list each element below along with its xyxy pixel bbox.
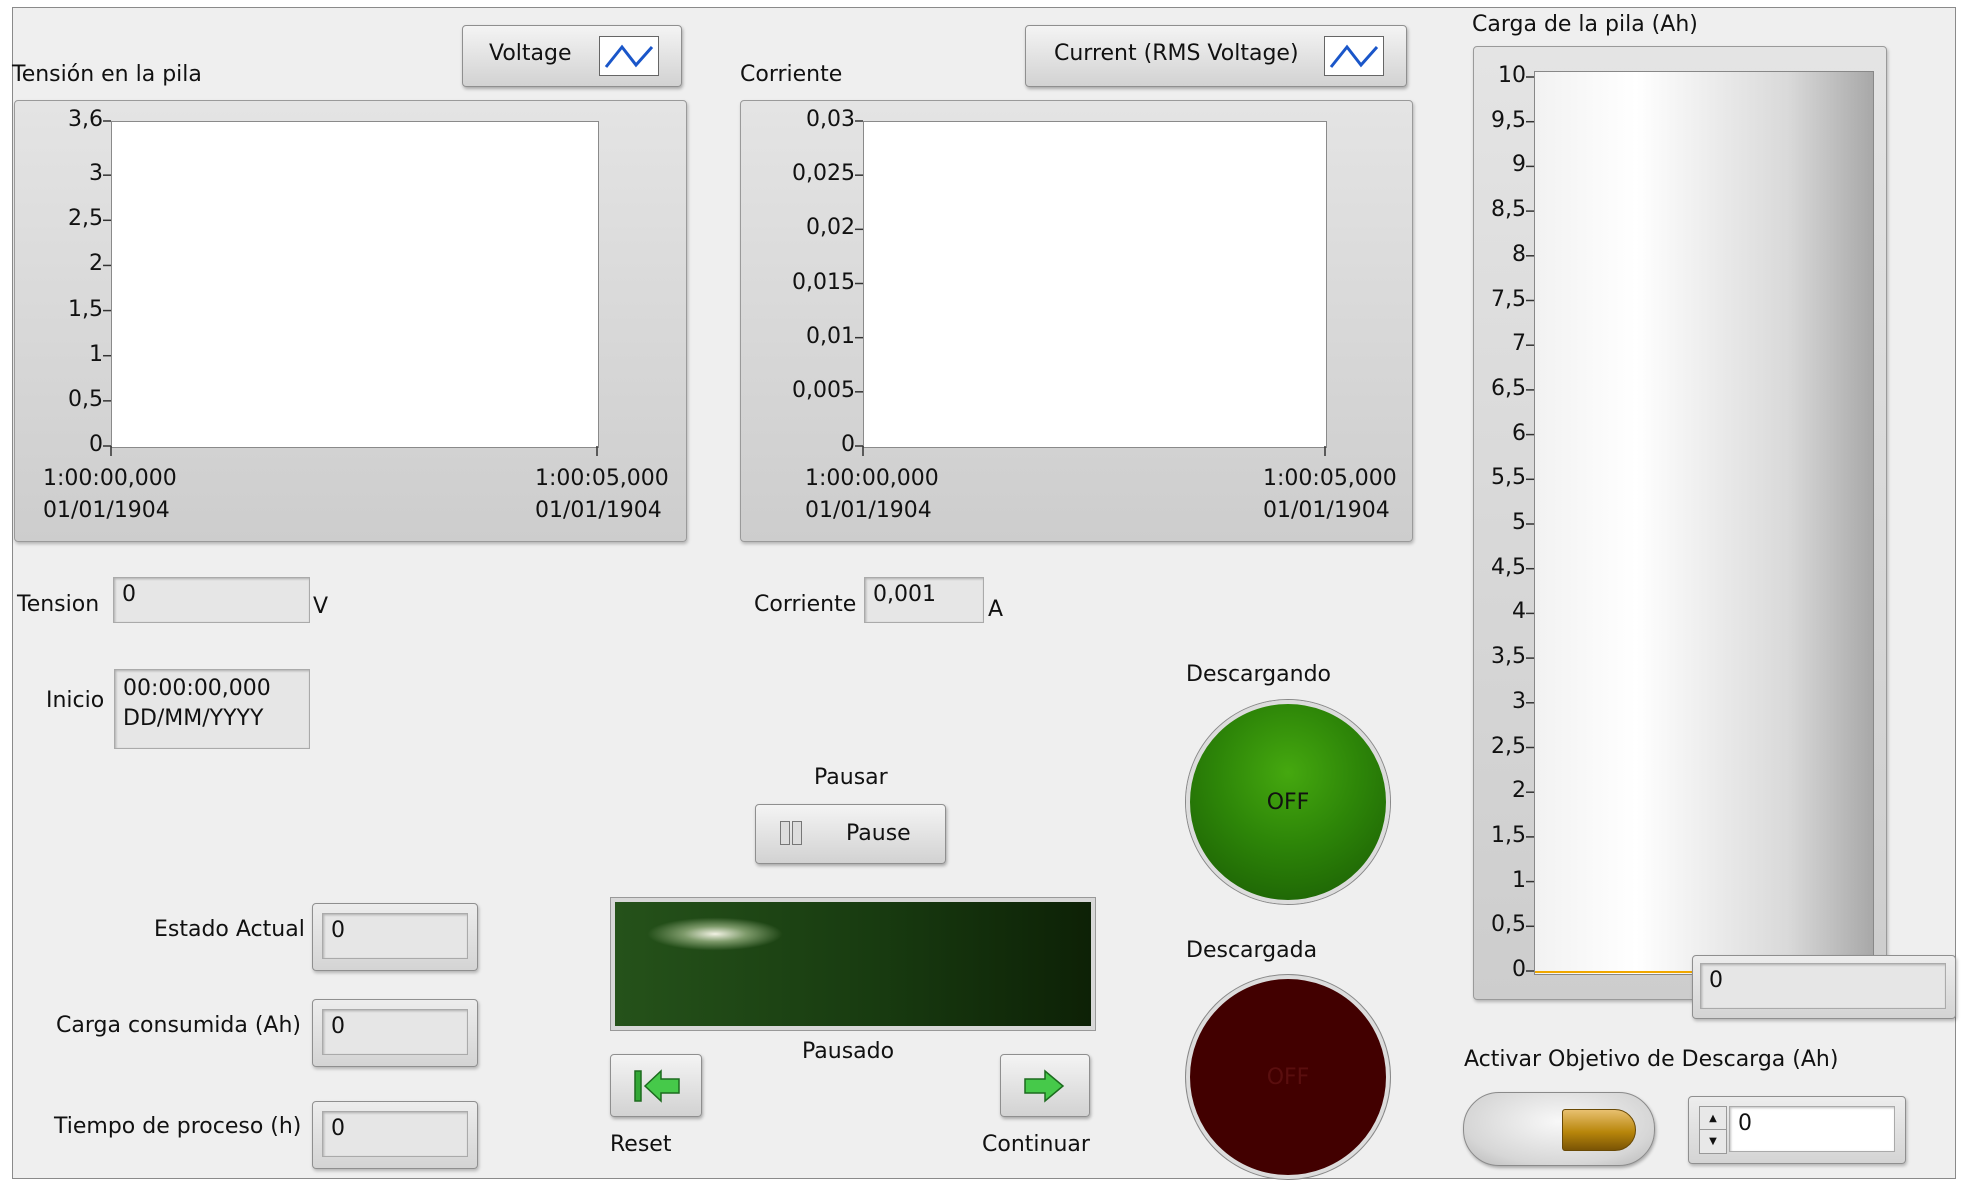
corriente-unit: A [988,597,1004,622]
corriente-label: Corriente [754,592,857,617]
pause-button[interactable]: Pause [755,804,946,864]
voltage-graph-frame: 3,6 3 2,5 2 1,5 1 0,5 0 1:00:00,000 01/01/1904 … [14,100,687,542]
pause-icon [780,821,790,845]
descargando-label: Descargando [1186,662,1331,687]
reset-label: Reset [610,1132,672,1157]
descargada-label: Descargada [1186,938,1318,963]
status-display-frame [610,897,1096,1031]
status-display [615,902,1091,1026]
voltage-plot-legend[interactable]: Voltage [462,25,682,87]
chevron-down-icon[interactable]: ▼ [1700,1130,1726,1152]
carga-consumida-frame: 0 [312,999,478,1067]
charge-bar-title: Carga de la pila (Ah) [1472,12,1698,37]
pausar-label: Pausar [814,765,888,790]
voltage-x-end: 1:00:05,000 01/01/1904 [535,466,669,523]
objetivo-input[interactable]: 0 [1729,1106,1895,1152]
current-x-start: 1:00:00,000 01/01/1904 [805,466,939,523]
estado-actual-label: Estado Actual [154,917,305,942]
objetivo-control-frame: ▲ ▼ 0 [1688,1096,1906,1164]
charge-axis-ticks [1526,76,1534,972]
charge-display: 0 [1700,963,1946,1009]
skip-back-icon [634,1069,680,1103]
estado-actual-indicator: 0 [322,913,468,959]
current-graph-title: Corriente [740,62,843,87]
current-x-end: 1:00:05,000 01/01/1904 [1263,466,1397,523]
carga-consumida-label: Carga consumida (Ah) [56,1013,301,1038]
tension-unit: V [313,594,329,619]
corriente-indicator: 0,001 [864,577,984,623]
charge-bar-frame: 10 9,5 9 8,5 8 7,5 7 6,5 6 5,5 5 4,5 4 3,5 3 2,5 2 1,5 1 0,… [1473,46,1887,1000]
tension-label: Tension [17,592,100,617]
waveform-icon [599,36,659,76]
tiempo-proceso-label: Tiempo de proceso (h) [54,1114,302,1139]
tiempo-proceso-frame: 0 [312,1101,478,1169]
voltage-x-start: 1:00:00,000 01/01/1904 [43,466,177,523]
charge-display-frame: 0 [1692,955,1956,1019]
objetivo-label: Activar Objetivo de Descarga (Ah) [1464,1047,1839,1072]
increment-decrement[interactable]: ▲ ▼ [1699,1106,1727,1154]
carga-consumida-indicator: 0 [322,1009,468,1055]
estado-actual-frame: 0 [312,903,478,971]
waveform-icon [1324,36,1384,76]
arrow-right-icon [1024,1069,1065,1103]
inicio-label: Inicio [46,688,105,713]
continuar-button[interactable] [1000,1054,1090,1117]
tiempo-proceso-indicator: 0 [322,1111,468,1157]
inicio-indicator: 00:00:00,000 DD/MM/YYYY [114,669,310,749]
switch-knob [1562,1109,1636,1151]
tension-indicator: 0 [113,577,310,623]
voltage-legend-label: Voltage [489,41,572,66]
voltage-graph-title: Tensión en la pila [12,62,202,87]
reset-button[interactable] [610,1054,702,1117]
descargada-state: OFF [1266,1064,1310,1090]
descargando-state: OFF [1266,789,1310,815]
continuar-label: Continuar [982,1132,1090,1157]
objetivo-switch[interactable] [1463,1092,1655,1166]
current-graph-frame: 0,03 0,025 0,02 0,015 0,01 0,005 0 1:00:00,000… [740,100,1413,542]
descargada-led[interactable]: OFF [1186,975,1390,1179]
status-display-label: Pausado [802,1039,895,1064]
chevron-up-icon[interactable]: ▲ [1700,1107,1726,1130]
descargando-led[interactable]: OFF [1186,700,1390,904]
pause-button-label: Pause [846,821,911,846]
current-plot-legend[interactable]: Current (RMS Voltage) [1025,25,1407,87]
current-legend-label: Current (RMS Voltage) [1054,41,1299,66]
